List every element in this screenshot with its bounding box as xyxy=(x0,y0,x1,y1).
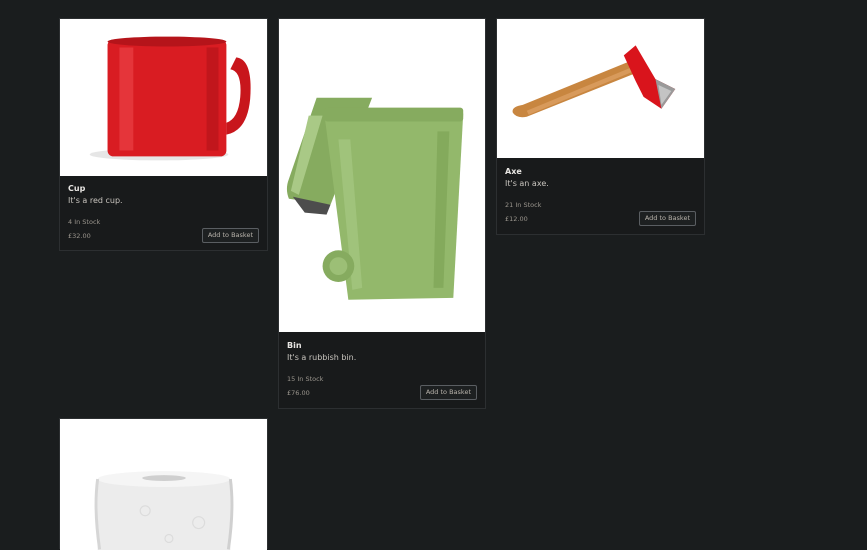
product-card-bin: Bin It's a rubbish bin. 15 In Stock £76.… xyxy=(278,18,486,409)
product-card-toilet-roll xyxy=(59,418,268,550)
product-stock: 15 In Stock xyxy=(287,375,324,383)
add-to-basket-button[interactable]: Add to Basket xyxy=(201,228,259,243)
product-info-bin: Bin It's a rubbish bin. 15 In Stock £76.… xyxy=(287,341,477,401)
product-price: £12.00 xyxy=(505,215,528,223)
product-image-axe xyxy=(497,19,704,158)
product-image-toilet-roll xyxy=(60,419,267,550)
green-bin-image xyxy=(286,97,464,300)
product-title: Axe xyxy=(505,167,522,176)
toilet-roll-image xyxy=(94,471,234,550)
product-card-axe: Axe It's an axe. 21 In Stock £12.00 Add … xyxy=(496,18,705,235)
product-card-cup: Cup It's a red cup. 4 In Stock £32.00 Ad… xyxy=(59,18,268,251)
product-price: £32.00 xyxy=(68,232,91,240)
product-image-bin xyxy=(279,19,485,332)
product-description: It's an axe. xyxy=(505,179,549,188)
axe-image xyxy=(512,45,676,118)
product-image-cup xyxy=(60,19,267,176)
red-cup-image xyxy=(89,36,251,161)
add-to-basket-button[interactable]: Add to Basket xyxy=(419,385,477,400)
add-to-basket-button[interactable]: Add to Basket xyxy=(638,211,696,226)
product-info-cup: Cup It's a red cup. 4 In Stock £32.00 Ad… xyxy=(68,184,259,244)
product-info-axe: Axe It's an axe. 21 In Stock £12.00 Add … xyxy=(505,167,696,227)
product-stock: 4 In Stock xyxy=(68,218,101,226)
product-title: Bin xyxy=(287,341,302,350)
product-stock: 21 In Stock xyxy=(505,201,542,209)
product-description: It's a rubbish bin. xyxy=(287,353,357,362)
product-title: Cup xyxy=(68,184,86,193)
product-price: £76.00 xyxy=(287,389,310,397)
product-description: It's a red cup. xyxy=(68,196,123,205)
